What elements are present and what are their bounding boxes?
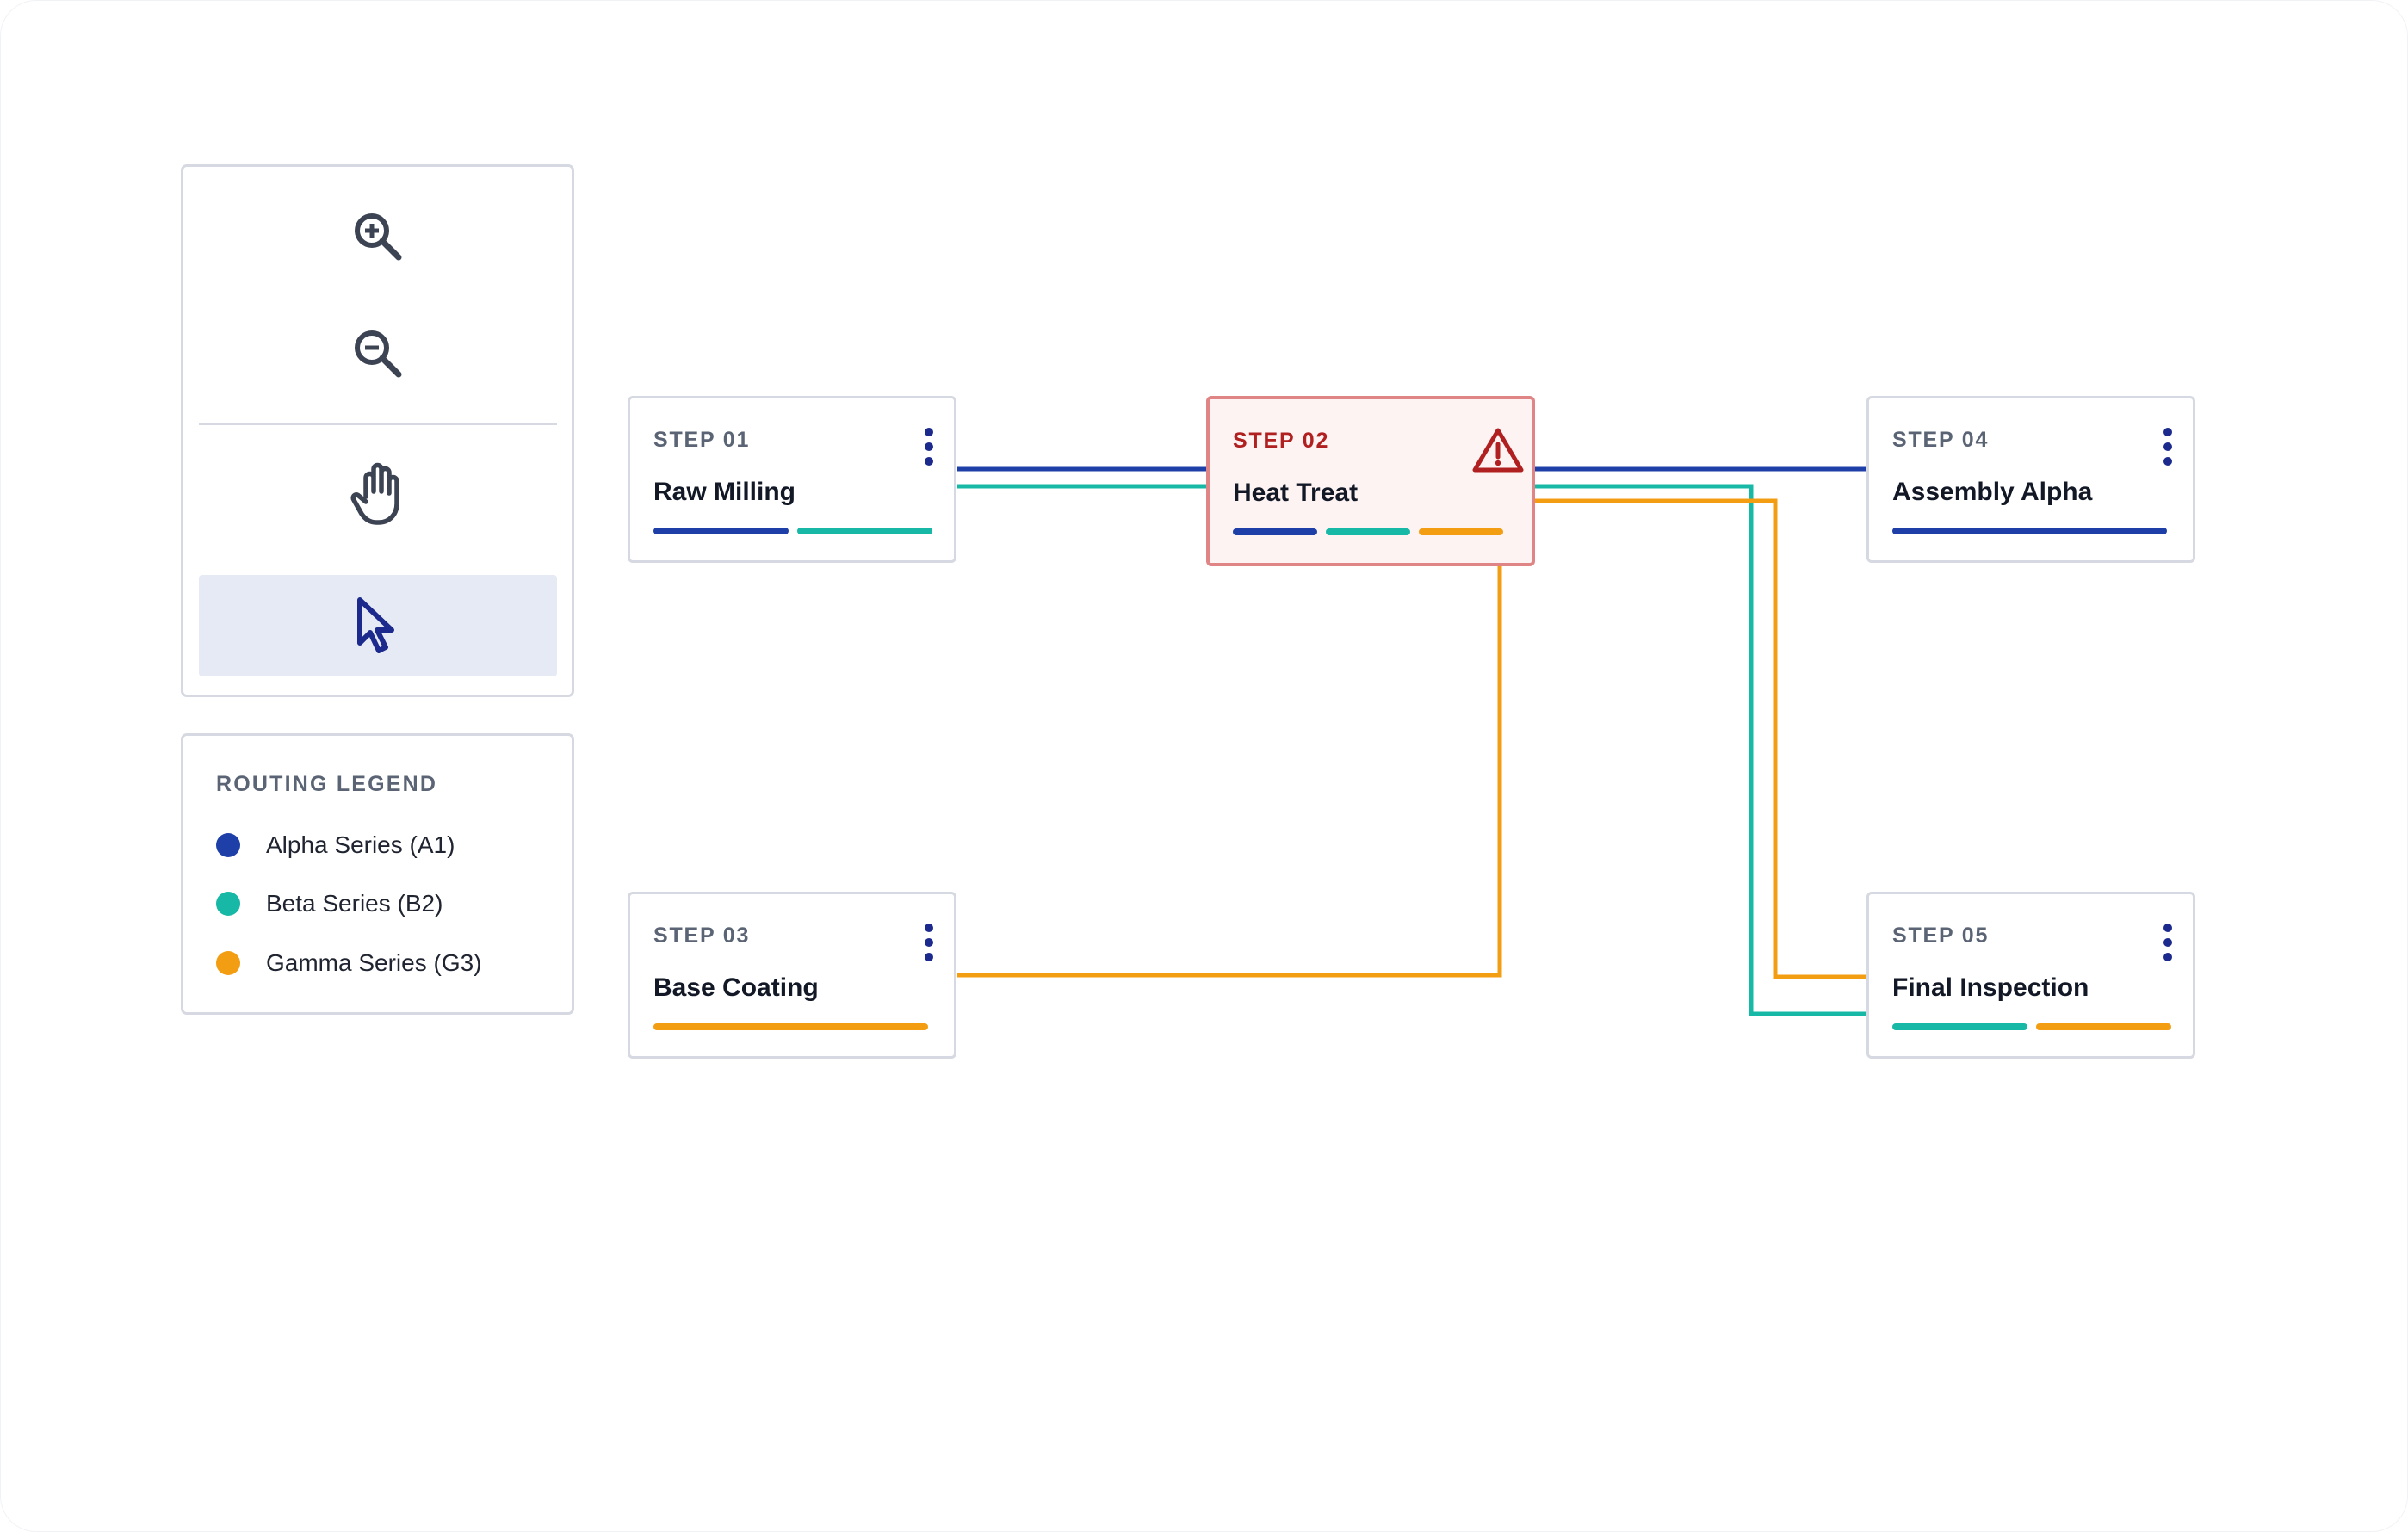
select-tool-button[interactable] [199, 575, 557, 676]
route-bar-alpha [653, 528, 789, 534]
legend-label: Beta Series (B2) [266, 890, 443, 917]
step-card-4[interactable]: STEP 04 Assembly Alpha [1866, 396, 2195, 563]
legend-item-gamma: Gamma Series (G3) [216, 946, 482, 980]
more-options-icon[interactable] [2162, 428, 2174, 466]
legend-swatch [216, 833, 240, 857]
legend-item-alpha: Alpha Series (A1) [216, 828, 455, 862]
step-name: Base Coating [653, 973, 819, 1002]
warning-triangle-icon[interactable] [1471, 427, 1525, 478]
legend-swatch [216, 951, 240, 975]
canvas-toolbar [181, 164, 574, 697]
step-card-5[interactable]: STEP 05 Final Inspection [1866, 892, 2195, 1059]
route-bar-beta [1326, 528, 1410, 535]
routing-legend: ROUTING LEGEND Alpha Series (A1) Beta Seri… [181, 733, 574, 1015]
route-bar-beta [797, 528, 932, 534]
more-options-icon[interactable] [923, 924, 935, 961]
route-bars [1233, 528, 1503, 535]
toolbar-divider [199, 423, 557, 425]
pan-tool-button[interactable] [199, 442, 557, 544]
route-bar-alpha [1233, 528, 1317, 535]
connection-step02-step05-beta [1533, 484, 1866, 1016]
legend-item-beta: Beta Series (B2) [216, 886, 443, 921]
step-number: STEP 03 [653, 924, 751, 948]
legend-label: Gamma Series (G3) [266, 949, 482, 976]
route-bar-gamma [2036, 1023, 2171, 1030]
route-bars [1892, 528, 2167, 534]
route-bars [653, 1023, 928, 1030]
zoom-in-button[interactable] [199, 186, 557, 287]
route-bar-gamma [653, 1023, 928, 1030]
more-options-icon[interactable] [2162, 924, 2174, 961]
pointer-select-icon [352, 596, 404, 656]
step-number: STEP 02 [1233, 429, 1330, 453]
step-name: Raw Milling [653, 478, 795, 506]
route-bar-beta [1892, 1023, 2027, 1030]
more-options-icon[interactable] [923, 428, 935, 466]
route-bar-alpha [1892, 528, 2167, 534]
step-card-2[interactable]: STEP 02 Heat Treat [1206, 396, 1535, 566]
connection-step03-step02-gamma [957, 562, 1502, 978]
zoom-in-icon [350, 208, 406, 265]
route-bar-gamma [1419, 528, 1503, 535]
step-card-1[interactable]: STEP 01 Raw Milling [628, 396, 956, 563]
step-number: STEP 05 [1892, 924, 1990, 948]
step-name: Assembly Alpha [1892, 478, 2093, 506]
step-name: Final Inspection [1892, 973, 2089, 1002]
legend-label: Alpha Series (A1) [266, 831, 455, 858]
legend-title: ROUTING LEGEND [216, 772, 438, 796]
route-bars [1892, 1023, 2171, 1030]
zoom-out-button[interactable] [199, 303, 557, 405]
zoom-out-icon [350, 325, 406, 382]
legend-swatch [216, 892, 240, 916]
connection-step02-step05-gamma [1533, 498, 1866, 979]
route-bars [653, 528, 932, 534]
step-name: Heat Treat [1233, 479, 1359, 507]
hand-pan-icon [347, 459, 409, 528]
routing-canvas[interactable]: ROUTING LEGEND Alpha Series (A1) Beta Seri… [0, 0, 2408, 1532]
step-number: STEP 04 [1892, 428, 1990, 452]
step-card-3[interactable]: STEP 03 Base Coating [628, 892, 956, 1059]
step-number: STEP 01 [653, 428, 751, 452]
